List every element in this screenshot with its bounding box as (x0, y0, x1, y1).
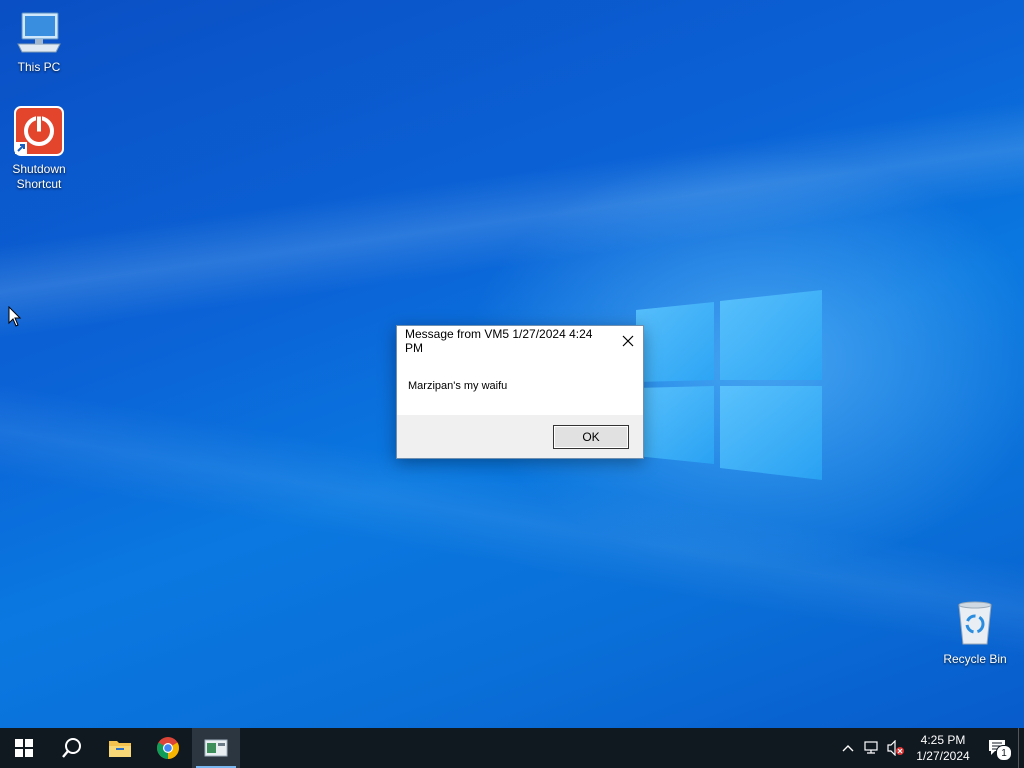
close-icon[interactable] (613, 326, 643, 356)
desktop-icon-label: Recycle Bin (943, 652, 1007, 666)
taskbar-chrome[interactable] (144, 728, 192, 768)
search-icon (62, 738, 81, 758)
volume-muted-icon[interactable] (884, 728, 908, 768)
mouse-cursor-icon (8, 306, 22, 327)
taskbar-app-active[interactable] (192, 728, 240, 768)
ok-button[interactable]: OK (553, 425, 629, 449)
desktop-icon-this-pc[interactable]: This PC (1, 10, 77, 75)
taskbar-file-explorer[interactable] (96, 728, 144, 768)
show-desktop-button[interactable] (1018, 728, 1024, 768)
search-button[interactable] (48, 728, 96, 768)
desktop-icon-recycle-bin[interactable]: Recycle Bin (937, 600, 1013, 667)
app-window-icon (204, 739, 228, 757)
desktop-icon-label: Shutdown Shortcut (12, 162, 66, 191)
clock-time: 4:25 PM (920, 733, 966, 747)
taskbar-clock[interactable]: 4:25 PM 1/27/2024 (908, 732, 978, 764)
clock-date: 1/27/2024 (916, 749, 970, 763)
desktop-icon-label: This PC (17, 60, 61, 74)
chrome-icon (157, 737, 179, 759)
notification-count-badge: 1 (996, 745, 1012, 761)
message-dialog: Message from VM5 1/27/2024 4:24 PM Marzi… (396, 325, 644, 459)
system-tray: 4:25 PM 1/27/2024 1 (836, 728, 1024, 768)
notification-center-button[interactable]: 1 (978, 728, 1018, 768)
dialog-titlebar[interactable]: Message from VM5 1/27/2024 4:24 PM (397, 326, 643, 356)
start-button[interactable] (0, 728, 48, 768)
power-icon (1, 106, 77, 160)
wallpaper-windows-logo (636, 290, 822, 480)
dialog-footer: OK (397, 415, 643, 458)
dialog-message: Marzipan's my waifu (408, 380, 508, 392)
dialog-title: Message from VM5 1/27/2024 4:24 PM (405, 327, 593, 355)
recycle-bin-icon (937, 600, 1013, 650)
desktop-icon-shutdown-shortcut[interactable]: Shutdown Shortcut (1, 106, 77, 192)
taskbar: 4:25 PM 1/27/2024 1 (0, 728, 1024, 768)
windows-icon (15, 739, 33, 757)
computer-icon (1, 10, 77, 58)
chevron-up-icon[interactable] (836, 728, 860, 768)
network-icon[interactable] (860, 728, 884, 768)
folder-icon (109, 741, 131, 757)
